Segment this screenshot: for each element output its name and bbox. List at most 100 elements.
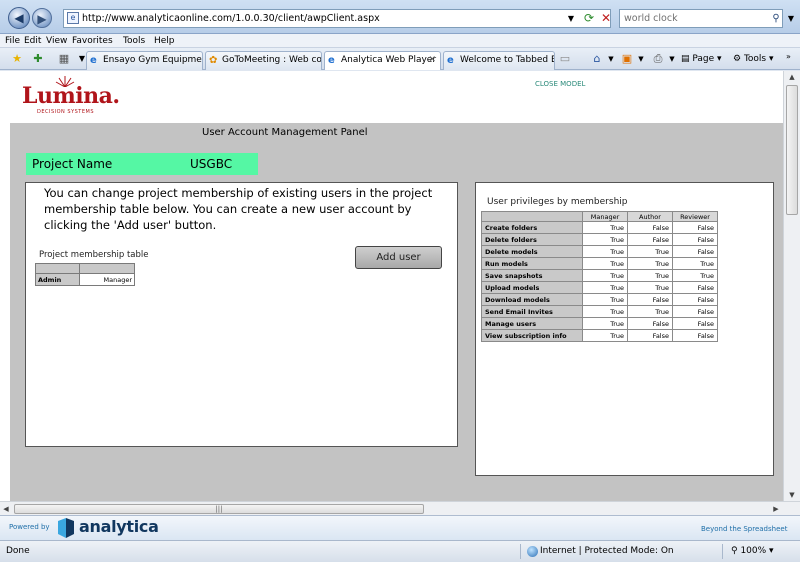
scroll-left-icon[interactable]: ◀ (0, 502, 12, 516)
privilege-name: View subscription info (481, 329, 583, 342)
forward-button[interactable]: ▶ (32, 8, 52, 28)
page-menu[interactable]: ▤ Page ▾ (681, 51, 722, 68)
ie-icon: e (447, 55, 454, 66)
menu-view[interactable]: View (46, 34, 67, 48)
privilege-name: Manage users (481, 317, 583, 330)
overflow-chevron-icon[interactable]: » (786, 48, 791, 65)
search-dropdown-icon[interactable]: ▼ (785, 9, 797, 28)
status-divider (722, 544, 723, 559)
tab-welcome[interactable]: e Welcome to Tabbed Br... (443, 51, 555, 70)
privilege-value: True (582, 317, 628, 330)
url-dropdown-icon[interactable]: ▼ (564, 9, 578, 28)
privilege-value: True (627, 281, 673, 294)
privileges-title: User privileges by membership (487, 197, 628, 207)
menu-file[interactable]: File (5, 34, 20, 48)
menu-bar: File Edit View Favorites Tools Help (0, 34, 800, 48)
zoom-control[interactable]: ⚲ 100% ▾ (731, 541, 774, 561)
favorites-star-icon[interactable]: ★ (10, 52, 24, 66)
privilege-value: True (582, 329, 628, 342)
analytica-brand[interactable]: analytica (79, 517, 159, 536)
privilege-value: True (582, 233, 628, 246)
privilege-value: False (672, 245, 718, 258)
privilege-name: Download models (481, 293, 583, 306)
add-favorite-icon[interactable]: ✚ (31, 52, 45, 66)
search-icon[interactable]: ⚲ (768, 9, 784, 28)
privilege-value: True (582, 269, 628, 282)
privilege-name: Send Email Invites (481, 305, 583, 318)
privilege-value: True (582, 281, 628, 294)
table-row: Admin Manager (35, 273, 135, 286)
menu-help[interactable]: Help (154, 34, 175, 48)
table-header-row (35, 263, 135, 274)
membership-table: Admin Manager (35, 263, 135, 286)
table-row: Create folders True False False (481, 221, 718, 234)
tab-label: Ensayo Gym Equipmen... (103, 55, 202, 65)
privilege-value: False (627, 329, 673, 342)
table-header-cell (79, 263, 135, 274)
stop-icon[interactable]: ✕ (598, 10, 614, 27)
table-row: Manage users True False False (481, 317, 718, 330)
intro-text: You can change project membership of exi… (44, 186, 433, 232)
close-tab-icon[interactable]: ✕ (428, 52, 436, 69)
tools-menu-label: Tools (743, 54, 767, 64)
ie-icon: e (90, 55, 97, 66)
membership-box: You can change project membership of exi… (25, 182, 458, 447)
gotomeeting-icon: ✿ (209, 55, 218, 66)
vertical-scrollbar[interactable]: ▲ ▼ (783, 71, 800, 501)
tab-label: Welcome to Tabbed Br... (460, 55, 554, 65)
privilege-name: Save snapshots (481, 269, 583, 282)
add-user-button[interactable]: Add user (355, 246, 442, 269)
internet-zone-icon (527, 546, 538, 557)
vertical-scroll-thumb[interactable] (786, 85, 798, 215)
print-dropdown-icon[interactable]: ▼ (665, 52, 679, 66)
table-row: View subscription info True False False (481, 329, 718, 342)
menu-favorites[interactable]: Favorites (72, 34, 113, 48)
search-input[interactable]: world clock (619, 9, 783, 28)
status-divider (520, 544, 521, 559)
feeds-dropdown-icon[interactable]: ▼ (634, 52, 648, 66)
privilege-value: True (627, 305, 673, 318)
feeds-icon[interactable]: ▣ (620, 52, 634, 66)
close-model-link[interactable]: CLOSE MODEL (535, 80, 585, 88)
menu-edit[interactable]: Edit (24, 34, 41, 48)
column-header-manager: Manager (582, 211, 628, 222)
privilege-name: Upload models (481, 281, 583, 294)
project-name-label: Project Name (32, 157, 113, 171)
privilege-name: Create folders (481, 221, 583, 234)
privilege-value: True (627, 257, 673, 270)
scroll-right-icon[interactable]: ▶ (770, 502, 782, 516)
tab-analytica[interactable]: e Analytica Web Player ✕ (324, 51, 441, 70)
privilege-value: True (582, 293, 628, 306)
table-corner-cell (35, 263, 80, 274)
new-tab-icon[interactable]: ▭ (558, 52, 572, 66)
back-button[interactable]: ◀ (8, 7, 30, 29)
menu-tools[interactable]: Tools (123, 34, 145, 48)
quick-tabs-icon[interactable]: ▦ (57, 52, 71, 66)
privilege-value: True (582, 305, 628, 318)
table-header-row: Manager Author Reviewer (481, 211, 718, 222)
horizontal-scroll-thumb[interactable]: ||| (14, 504, 424, 514)
privilege-value: False (672, 293, 718, 306)
lumina-logo-subtitle: DECISION SYSTEMS (37, 109, 94, 115)
scroll-up-icon[interactable]: ▲ (784, 71, 800, 83)
tab-bar: ★ ✚ ▦ ▼ e Ensayo Gym Equipmen... ✿ GoToM… (0, 48, 800, 70)
privilege-value: True (672, 257, 718, 270)
tab-ensayo[interactable]: e Ensayo Gym Equipmen... (86, 51, 203, 70)
column-header-reviewer: Reviewer (672, 211, 718, 222)
url-input[interactable]: e http://www.analyticaonline.com/1.0.0.3… (63, 9, 611, 28)
privilege-name: Delete folders (481, 233, 583, 246)
print-icon[interactable]: ⎙ (651, 52, 665, 66)
header-strip: Lumina. DECISION SYSTEMS CLOSE MODEL (0, 71, 783, 123)
table-row: Delete folders True False False (481, 233, 718, 246)
home-dropdown-icon[interactable]: ▼ (604, 52, 618, 66)
tab-gotomeeting[interactable]: ✿ GoToMeeting : Web co... (205, 51, 322, 70)
table-row: Download models True False False (481, 293, 718, 306)
privileges-table: Manager Author Reviewer Create folders Tr… (481, 211, 718, 342)
gear-icon: ⚙ (733, 54, 744, 64)
refresh-icon[interactable]: ⟳ (581, 10, 597, 27)
home-icon[interactable]: ⌂ (590, 52, 604, 66)
member-role-cell[interactable]: Manager (79, 273, 135, 286)
horizontal-scrollbar[interactable]: ◀ ||| ▶ (0, 501, 800, 515)
scroll-down-icon[interactable]: ▼ (784, 489, 800, 501)
tools-menu[interactable]: ⚙ Tools ▾ (733, 51, 774, 68)
